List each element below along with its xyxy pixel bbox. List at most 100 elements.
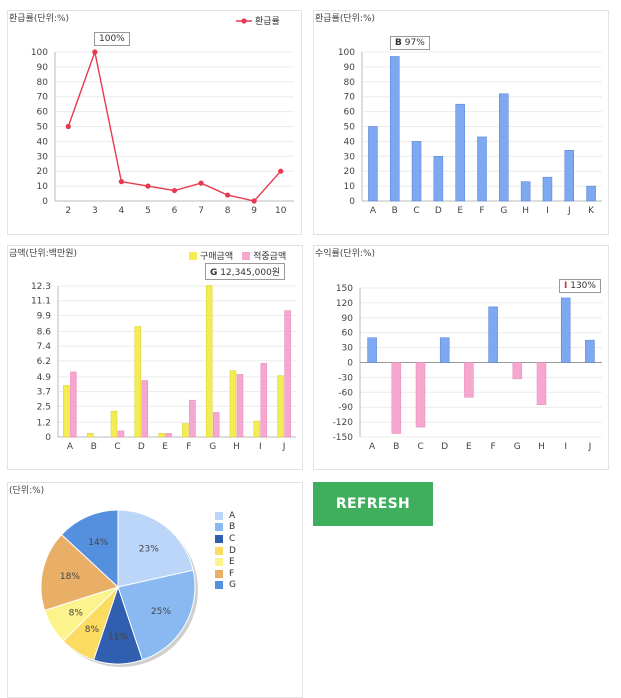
pie-legend-item[interactable]: E [215,556,236,568]
y-tick-label: 60 [344,108,356,118]
bar [117,430,125,438]
y-tick-label: -150 [333,433,354,443]
bar [499,93,509,202]
x-tick-label: I [259,442,262,452]
x-tick-label: C [417,442,423,452]
x-tick-label: I [546,206,549,216]
y-tick-label: 20 [37,167,49,177]
bar [536,362,547,405]
bar-chart-svg: 0 10 20 30 40 50 60 70 80 90 100 A B C D E F G H I J K [338,48,602,216]
y-tick-label: 2.5 [37,402,51,412]
legend-label: G [229,580,236,591]
amount-chart-panel: 금액(단위:백만원) 구매금액 적중금액 0 1.2 2.5 3.7 4.9 6.2 7.4… [7,245,303,470]
bar [389,56,400,202]
tooltip-value: 12,345,000원 [220,268,281,278]
bar [433,156,444,202]
x-tick-label: H [522,206,529,216]
pie-legend[interactable]: ABCDEFG [215,510,236,591]
bar [141,380,149,438]
x-tick-label: J [567,206,571,216]
y-tick-label: 3.7 [37,388,51,398]
legend-swatch [215,546,223,555]
bar [542,176,553,202]
pie-legend-item[interactable]: B [215,522,236,534]
x-tick-label: F [186,442,191,452]
y-tick-label: 40 [344,137,356,147]
slice-label: 8% [69,608,84,618]
x-tick-label: B [392,206,398,216]
tooltip-key: B [395,38,402,48]
data-point [92,49,98,55]
slice-label: 8% [85,625,100,635]
y-tick-label: 20 [344,167,356,177]
data-point [171,187,178,194]
tooltip-value: 130% [570,281,596,291]
legend-swatch [215,558,223,567]
legend-swatch [215,581,223,590]
bar-chart-panel: 환급률(단위:%) 0 10 20 30 40 50 60 70 80 90 100 A B C D E F G H… [313,10,609,235]
y-tick-label: -120 [333,418,354,428]
pie-legend-item[interactable]: C [215,533,236,545]
refresh-button[interactable]: REFRESH [313,482,433,526]
x-tick-label: I [564,442,567,452]
slice-label: 11% [108,632,128,642]
bar [236,374,244,438]
data-point [225,192,231,198]
bar [455,103,465,202]
line-chart-panel: 환급률(단위:%) 환급률 0 10 20 30 40 50 60 70 80 90 100 2 3 4 5… [7,10,302,235]
y-tick-label: 50 [344,123,356,133]
bar [86,433,94,438]
y-tick-label: 100 [338,48,355,58]
bar [411,141,422,202]
y-tick-label: 7.4 [37,342,52,352]
bar [260,363,268,438]
x-tick-label: E [162,442,168,452]
tooltip-value: 100% [99,34,125,44]
bar [63,385,70,438]
pie-legend-item[interactable]: D [215,545,236,557]
slice-label: 18% [60,572,80,582]
x-tick-label: 2 [65,206,71,216]
pie-legend-item[interactable]: A [215,510,236,522]
y-tick-label: 90 [37,63,49,73]
pie-legend-item[interactable]: F [215,568,236,580]
slice-label: 25% [151,607,171,617]
bar [439,337,450,363]
tooltip-key: G [210,268,218,278]
x-tick-label: J [588,442,592,452]
bar [134,326,142,438]
x-tick-label: C [114,442,120,452]
y-tick-label: 9.9 [37,311,52,321]
tooltip-key: I [564,281,568,291]
bar [560,297,571,363]
chart-tooltip: B 97% [390,36,430,50]
x-tick-label: 3 [92,206,98,216]
x-tick-label: J [282,442,286,452]
x-tick-label: K [588,206,595,216]
pie-legend-item[interactable]: G [215,580,236,592]
x-tick-label: D [441,442,448,452]
y-tick-label: 12.3 [31,282,51,292]
bar [253,420,261,438]
x-tick-label: G [500,206,507,216]
bar [189,399,196,438]
slice-label: 14% [88,538,108,548]
data-point [118,179,124,185]
x-tick-label: 4 [119,206,125,216]
bar [212,412,220,438]
y-tick-label: 10 [344,182,356,192]
bar [586,185,596,202]
legend-label: F [229,568,235,579]
y-tick-label: 30 [37,152,49,162]
bar [512,362,523,380]
bar [205,285,213,438]
slice-label: 23% [139,545,159,555]
bar [277,375,284,438]
y-tick-label: 60 [37,108,49,118]
x-tick-label: F [491,442,496,452]
x-tick-label: 8 [225,206,231,216]
y-tick-label: 4.9 [37,373,52,383]
data-point [251,198,257,204]
legend-swatch [215,569,223,578]
legend-label: E [229,557,235,568]
